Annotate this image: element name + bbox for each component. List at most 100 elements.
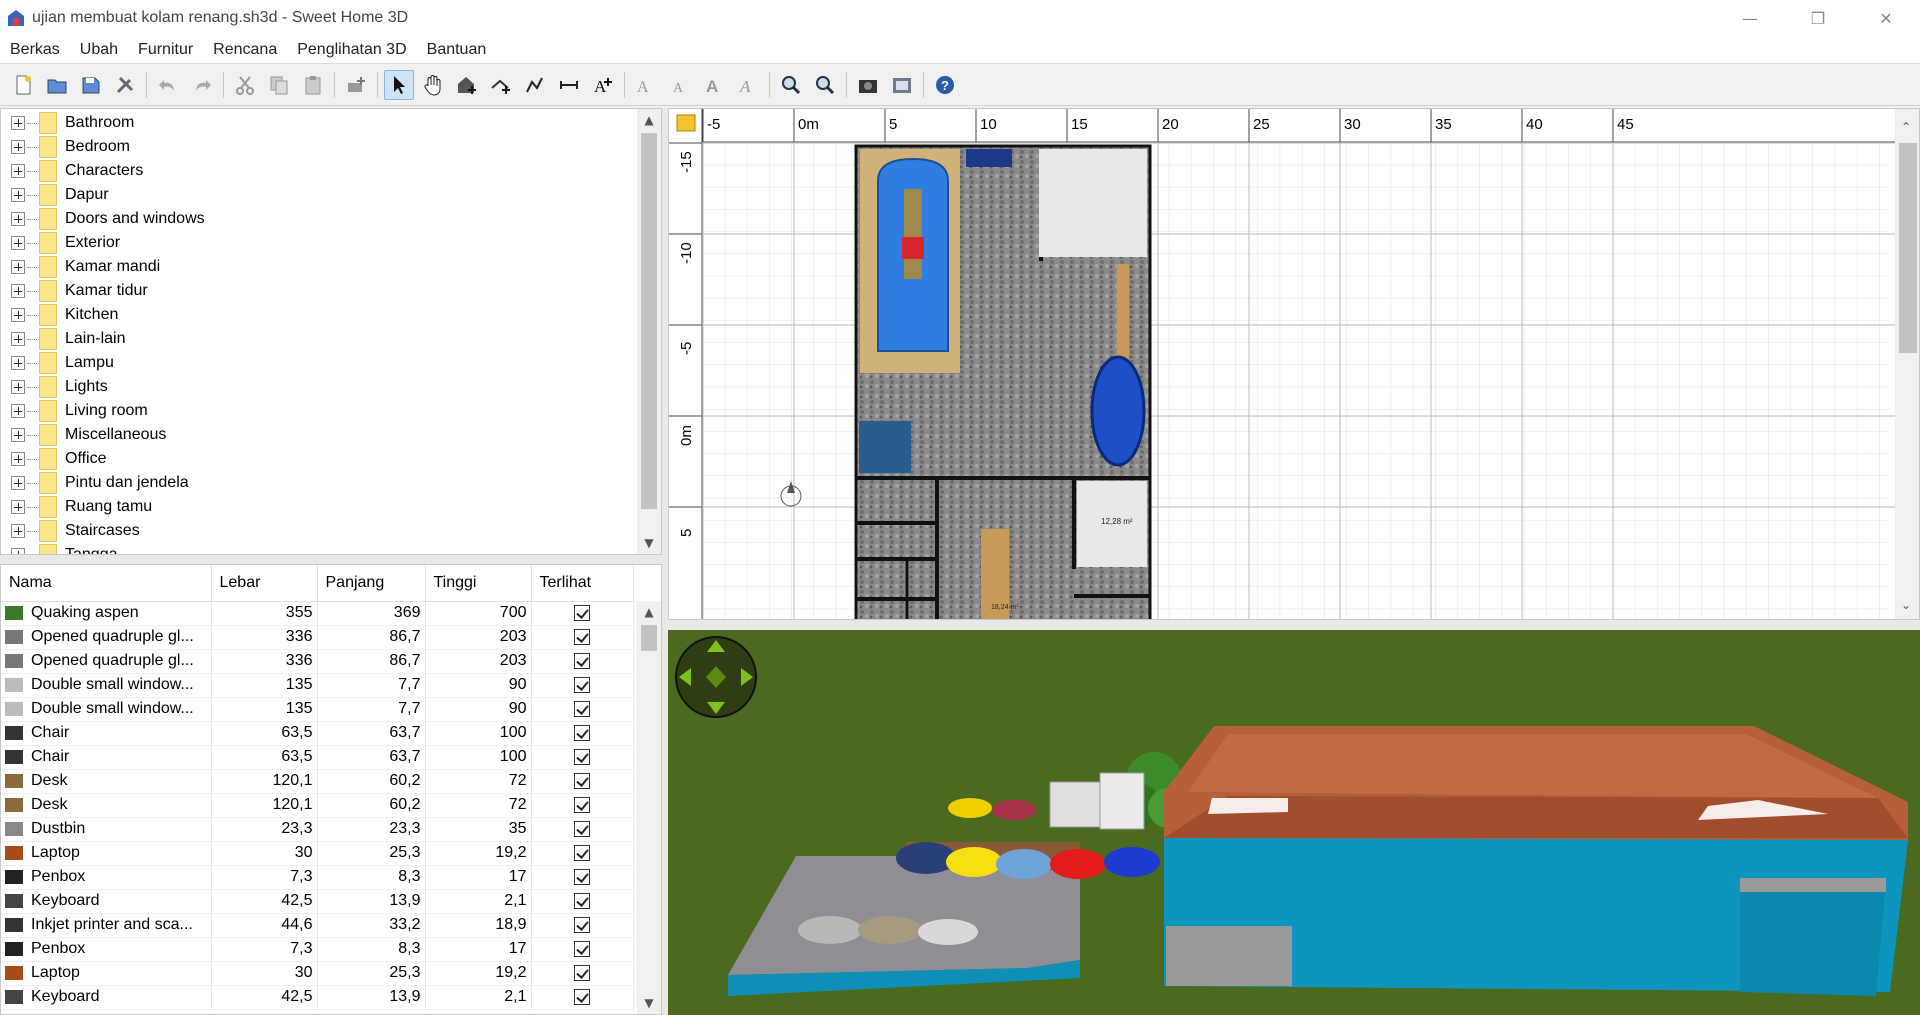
- catalog-category[interactable]: Office: [1, 447, 661, 471]
- scroll-up-icon[interactable]: ▲: [637, 601, 661, 623]
- expand-icon[interactable]: [11, 476, 25, 490]
- scroll-up-icon[interactable]: ▲: [637, 109, 661, 131]
- table-row[interactable]: Desk 120,1 60,2 72: [1, 793, 634, 818]
- paste-icon[interactable]: [298, 70, 328, 100]
- menu-ubah[interactable]: Ubah: [70, 41, 128, 59]
- visible-checkbox[interactable]: [574, 940, 590, 957]
- help-icon[interactable]: ?: [930, 70, 960, 100]
- expand-icon[interactable]: [11, 284, 25, 298]
- catalog-category[interactable]: Ruang tamu: [1, 495, 661, 519]
- visible-checkbox[interactable]: [574, 964, 590, 981]
- expand-icon[interactable]: [11, 548, 25, 554]
- restore-button[interactable]: ❐: [1784, 0, 1852, 36]
- menu-berkas[interactable]: Berkas: [0, 41, 70, 59]
- visible-checkbox[interactable]: [574, 652, 590, 669]
- visible-checkbox[interactable]: [574, 700, 590, 717]
- create-rooms-icon[interactable]: [486, 70, 516, 100]
- expand-icon[interactable]: [11, 452, 25, 466]
- visible-checkbox[interactable]: [574, 748, 590, 765]
- scroll-down-icon[interactable]: ⌄: [1901, 598, 1911, 612]
- create-dimensions-icon[interactable]: [554, 70, 584, 100]
- table-row[interactable]: Penbox 7,3 8,3 17: [1, 937, 634, 962]
- expand-icon[interactable]: [11, 356, 25, 370]
- table-row[interactable]: Penbox 7,3 8,3 17: [1, 865, 634, 890]
- catalog-category[interactable]: Staircases: [1, 519, 661, 543]
- catalog-category[interactable]: Lights: [1, 375, 661, 399]
- zoom-in-icon[interactable]: [776, 70, 806, 100]
- add-text-icon[interactable]: A: [588, 70, 618, 100]
- visible-checkbox[interactable]: [574, 604, 590, 621]
- expand-icon[interactable]: [11, 116, 25, 130]
- table-row[interactable]: Laptop 30 25,3 19,2: [1, 961, 634, 986]
- column-header-terlihat[interactable]: Terlihat: [531, 565, 634, 602]
- undo-icon[interactable]: [153, 70, 183, 100]
- visible-checkbox[interactable]: [574, 892, 590, 909]
- menu-rencana[interactable]: Rencana: [203, 41, 287, 59]
- expand-icon[interactable]: [11, 404, 25, 418]
- catalog-category[interactable]: Tangga: [1, 543, 661, 554]
- menu-bantuan[interactable]: Bantuan: [417, 41, 497, 59]
- 3d-canvas[interactable]: [668, 630, 1920, 1015]
- table-row[interactable]: Double small window... 135 7,7 90: [1, 697, 634, 722]
- catalog-category[interactable]: Kamar mandi: [1, 255, 661, 279]
- increase-text-icon[interactable]: A: [631, 70, 661, 100]
- catalog-category[interactable]: Lain-lain: [1, 327, 661, 351]
- add-furniture-icon[interactable]: [341, 70, 371, 100]
- table-row[interactable]: Keyboard 42,5 13,9 2,1: [1, 889, 634, 914]
- create-video-icon[interactable]: [887, 70, 917, 100]
- plan-canvas[interactable]: -5 0m 5 10 15 20 25 30 35 40 45 -15 -10 -5 0m 5: [669, 109, 1920, 620]
- expand-icon[interactable]: [11, 212, 25, 226]
- right-splitter[interactable]: [668, 620, 1920, 630]
- table-row[interactable]: Desk 120,1 60,2 72: [1, 769, 634, 794]
- decrease-text-icon[interactable]: A: [665, 70, 695, 100]
- plan-view[interactable]: -5 0m 5 10 15 20 25 30 35 40 45 -15 -10 -5 0m 5: [668, 108, 1920, 620]
- table-row[interactable]: Chair 63,5 63,7 100: [1, 721, 634, 746]
- cut-icon[interactable]: [230, 70, 260, 100]
- catalog-category[interactable]: Pintu dan jendela: [1, 471, 661, 495]
- visible-checkbox[interactable]: [574, 796, 590, 813]
- expand-icon[interactable]: [11, 380, 25, 394]
- visible-checkbox[interactable]: [574, 916, 590, 933]
- table-row[interactable]: Keyboard 42,5 13,9 2,1: [1, 985, 634, 1010]
- menu-penglihatan-3d[interactable]: Penglihatan 3D: [287, 41, 416, 59]
- close-button[interactable]: ✕: [1852, 0, 1920, 36]
- zoom-out-icon[interactable]: [810, 70, 840, 100]
- menu-furnitur[interactable]: Furnitur: [128, 41, 203, 59]
- catalog-category[interactable]: Lampu: [1, 351, 661, 375]
- pan-mode-icon[interactable]: [418, 70, 448, 100]
- catalog-scroll-thumb[interactable]: [641, 133, 657, 509]
- column-header-tinggi[interactable]: Tinggi: [425, 565, 532, 602]
- table-row[interactable]: Quaking aspen 355 369 700: [1, 601, 634, 626]
- expand-icon[interactable]: [11, 236, 25, 250]
- visible-checkbox[interactable]: [574, 988, 590, 1005]
- catalog-category[interactable]: Dapur: [1, 183, 661, 207]
- catalog-category[interactable]: Living room: [1, 399, 661, 423]
- catalog-category[interactable]: Bedroom: [1, 135, 661, 159]
- table-row[interactable]: Laptop 30 25,3 19,2: [1, 841, 634, 866]
- new-icon[interactable]: [8, 70, 38, 100]
- expand-icon[interactable]: [11, 428, 25, 442]
- visible-checkbox[interactable]: [574, 820, 590, 837]
- catalog-category[interactable]: Exterior: [1, 231, 661, 255]
- catalog-category[interactable]: Miscellaneous: [1, 423, 661, 447]
- catalog-category[interactable]: Characters: [1, 159, 661, 183]
- 3d-view[interactable]: [668, 630, 1920, 1015]
- table-row[interactable]: Chair 63,5 63,7 100: [1, 745, 634, 770]
- italic-text-icon[interactable]: A: [733, 70, 763, 100]
- expand-icon[interactable]: [11, 140, 25, 154]
- copy-icon[interactable]: [264, 70, 294, 100]
- column-header-panjang[interactable]: Panjang: [317, 565, 426, 602]
- expand-icon[interactable]: [11, 164, 25, 178]
- minimize-button[interactable]: —: [1716, 0, 1784, 36]
- catalog-category[interactable]: Doors and windows: [1, 207, 661, 231]
- visible-checkbox[interactable]: [574, 844, 590, 861]
- save-icon[interactable]: [76, 70, 106, 100]
- table-row[interactable]: Inkjet printer and sca... 44,6 33,2 18,9: [1, 913, 634, 938]
- preferences-icon[interactable]: [110, 70, 140, 100]
- visible-checkbox[interactable]: [574, 676, 590, 693]
- catalog-scrollbar[interactable]: ▲ ▼: [637, 109, 661, 554]
- catalog-category[interactable]: Kitchen: [1, 303, 661, 327]
- visible-checkbox[interactable]: [574, 772, 590, 789]
- create-photo-icon[interactable]: [853, 70, 883, 100]
- scroll-down-icon[interactable]: ▼: [637, 992, 661, 1014]
